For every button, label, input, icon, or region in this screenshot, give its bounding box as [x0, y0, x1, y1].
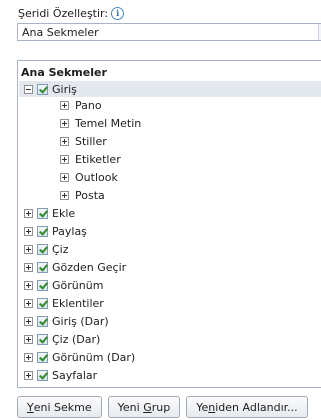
expand-icon[interactable]	[24, 316, 33, 326]
tree-item-outlook[interactable]: Outlook	[60, 169, 118, 185]
tabs-dropdown[interactable]: Ana Sekmeler	[17, 23, 321, 41]
tree-item-giris[interactable]: Giriş	[19, 81, 321, 97]
tree-item-label: Pano	[75, 98, 102, 112]
tree-item-label: Outlook	[75, 170, 118, 184]
tree-item-label: Gözden Geçir	[52, 260, 127, 274]
tree-item-ciz-dar[interactable]: Çiz (Dar)	[24, 331, 100, 347]
tree-item-label: Giriş (Dar)	[52, 314, 109, 328]
tree-item-label: Stiller	[75, 134, 107, 148]
tree-item-label: Etiketler	[75, 152, 121, 166]
tree-item-giris-dar[interactable]: Giriş (Dar)	[24, 313, 109, 329]
new-tab-button[interactable]: Yeni Sekme	[17, 396, 102, 418]
new-group-label: rup	[151, 400, 171, 414]
expand-icon[interactable]	[24, 244, 33, 254]
ribbon-tabs-tree[interactable]: Ana Sekmeler Giriş Pano Temel Metin Stil…	[17, 60, 321, 388]
tree-item-label: Eklentiler	[52, 296, 104, 310]
tree-item-label: Posta	[75, 188, 105, 202]
checkbox-sayfalar[interactable]	[37, 369, 48, 381]
tree-item-sayfalar[interactable]: Sayfalar	[24, 367, 97, 383]
rename-button[interactable]: Ye n iden Adlandır...	[186, 396, 308, 418]
checkbox-ciz-dar[interactable]	[37, 333, 48, 345]
tree-item-eklentiler[interactable]: Eklentiler	[24, 295, 104, 311]
new-group-button[interactable]: Yeni Grup	[107, 396, 181, 418]
tree-actions: Yeni Sekme Yeni Grup Ye n iden Adlandır...	[17, 396, 308, 418]
tree-item-pano[interactable]: Pano	[60, 97, 102, 113]
checkbox-giris-dar[interactable]	[37, 315, 48, 327]
tree-item-label: Görünüm (Dar)	[52, 350, 136, 364]
info-icon[interactable]: i	[111, 6, 125, 20]
customize-ribbon-label: Şeridi Özelleştir:	[18, 6, 109, 20]
rename-label: iden Adlandır...	[215, 400, 298, 414]
tree-item-etiketler[interactable]: Etiketler	[60, 151, 121, 167]
tree-item-label: Görünüm	[52, 278, 104, 292]
expand-icon[interactable]	[60, 154, 69, 164]
tree-item-label: Paylaş	[52, 224, 87, 238]
tree-item-label: Giriş	[52, 82, 77, 96]
tree-item-gorunum[interactable]: Görünüm	[24, 277, 103, 293]
tree-item-ciz[interactable]: Çiz	[24, 241, 69, 257]
expand-icon[interactable]	[24, 280, 33, 290]
tree-header: Ana Sekmeler	[21, 66, 107, 79]
tree-item-posta[interactable]: Posta	[60, 187, 105, 203]
expand-icon[interactable]	[60, 172, 69, 182]
checkbox-paylas[interactable]	[37, 225, 48, 237]
rename-prefix: Ye	[196, 400, 209, 414]
checkbox-eklentiler[interactable]	[37, 297, 48, 309]
tree-item-stiller[interactable]: Stiller	[60, 133, 107, 149]
tree-item-gozden-gecir[interactable]: Gözden Geçir	[24, 259, 126, 275]
expand-icon[interactable]	[60, 136, 69, 146]
expand-icon[interactable]	[24, 208, 33, 218]
checkbox-ciz[interactable]	[37, 243, 48, 255]
new-tab-mnemonic: Y	[27, 400, 34, 414]
checkbox-gorunum[interactable]	[37, 279, 48, 291]
tree-item-label: Çiz	[52, 242, 69, 256]
tree-item-label: Çiz (Dar)	[52, 332, 101, 346]
rename-mnemonic: n	[208, 400, 216, 414]
new-group-mnemonic: G	[143, 400, 152, 414]
expand-icon[interactable]	[24, 352, 33, 362]
checkbox-gorunum-dar[interactable]	[37, 351, 48, 363]
checkbox-ekle[interactable]	[37, 207, 48, 219]
tree-item-paylas[interactable]: Paylaş	[24, 223, 87, 239]
tabs-dropdown-value: Ana Sekmeler	[22, 26, 99, 39]
tree-item-gorunum-dar[interactable]: Görünüm (Dar)	[24, 349, 135, 365]
expand-icon[interactable]	[24, 262, 33, 272]
expand-icon[interactable]	[60, 190, 69, 200]
expand-icon[interactable]	[24, 298, 33, 308]
tree-item-label: Temel Metin	[75, 116, 142, 130]
tree-item-label: Sayfalar	[52, 368, 98, 382]
expand-icon[interactable]	[24, 334, 33, 344]
collapse-icon[interactable]	[24, 84, 33, 94]
tree-item-temel-metin[interactable]: Temel Metin	[60, 115, 141, 131]
new-group-prefix: Yeni	[117, 400, 144, 414]
expand-icon[interactable]	[60, 100, 69, 110]
customize-ribbon-heading: Şeridi Özelleştir: i	[18, 6, 125, 20]
new-tab-label: eni Sekme	[33, 400, 92, 414]
expand-icon[interactable]	[24, 370, 33, 380]
checkbox-giris[interactable]	[37, 83, 48, 95]
checkbox-gozden-gecir[interactable]	[37, 261, 48, 273]
expand-icon[interactable]	[60, 118, 69, 128]
tree-item-label: Ekle	[52, 206, 76, 220]
tree-item-ekle[interactable]: Ekle	[24, 205, 75, 221]
expand-icon[interactable]	[24, 226, 33, 236]
